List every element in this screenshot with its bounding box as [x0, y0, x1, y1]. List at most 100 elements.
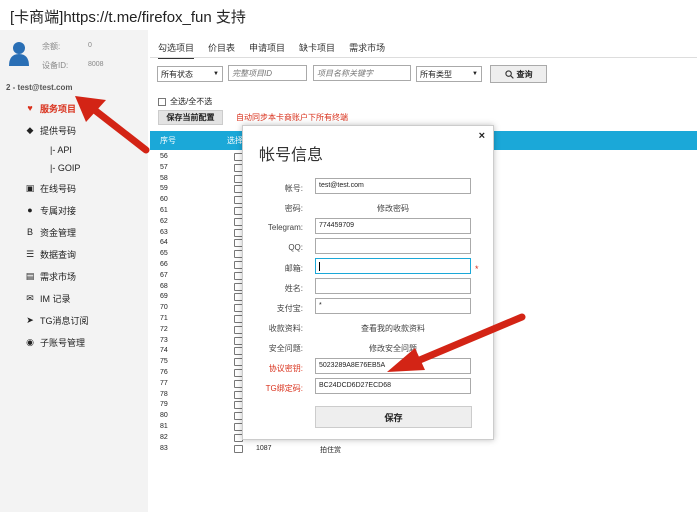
name-label: 姓名: [284, 284, 303, 293]
sidebar-item-label: 子账号管理 [40, 337, 86, 348]
sidebar-item-9[interactable]: ✉ IM 记录 [0, 287, 148, 309]
sidebar-item-8[interactable]: ▤ 需求市场 [0, 265, 148, 287]
monitor-icon: ▣ [25, 182, 35, 193]
mail-icon: ✉ [26, 292, 34, 303]
alipay-field[interactable]: * [315, 298, 471, 314]
row-index: 60 [160, 196, 168, 204]
row-index: 56 [160, 153, 168, 160]
sidebar-item-1[interactable]: ◆ 提供号码 [0, 119, 148, 141]
payment-info-label: 收款资料: [268, 324, 303, 333]
page-title: [卡商端]https://t.me/firefox_fun 支持 [10, 9, 246, 26]
row-index: 74 [160, 347, 168, 355]
row-index: 72 [160, 325, 168, 333]
sidebar-item-0[interactable]: ♥ 服务项目 [0, 97, 148, 119]
change-security-question-link[interactable]: 修改安全问题 [315, 343, 471, 354]
sidebar-item-3[interactable]: |- GOIP [0, 159, 148, 177]
row-index: 78 [160, 390, 168, 398]
device-id-value: 8008 [88, 61, 104, 68]
row-index: 75 [160, 358, 168, 366]
status-select-value: 所有状态 [161, 69, 193, 79]
project-id-input[interactable] [228, 65, 307, 81]
document-icon: ▤ [25, 270, 35, 281]
device-id-label: 设备ID: [42, 61, 69, 70]
security-question-label: 安全问题: [268, 344, 303, 353]
search-button-label: 查询 [516, 69, 533, 79]
balance-value: 0 [88, 42, 92, 49]
search-icon [504, 69, 514, 79]
row-index: 73 [160, 336, 168, 344]
row-index: 82 [160, 433, 168, 441]
protocol-key-field[interactable]: 5023289A8E76EB5A [315, 358, 471, 374]
row-project-id: 1087 [256, 444, 272, 452]
chevron-down-icon: ▼ [472, 71, 478, 77]
row-index: 79 [160, 401, 168, 409]
select-all[interactable]: 全选/全不选 [158, 96, 212, 107]
row-index: 67 [160, 271, 168, 279]
save-config-button[interactable]: 保存当前配置 [158, 110, 223, 125]
change-password-link[interactable]: 修改密码 [315, 203, 471, 214]
project-name-input[interactable] [313, 65, 411, 81]
header-select: 选择 [227, 136, 243, 145]
row-index: 57 [160, 163, 168, 171]
telegram-label: Telegram: [267, 223, 303, 232]
type-select[interactable]: 所有类型 ▼ [416, 66, 482, 82]
sidebar-item-4[interactable]: ▣ 在线号码 [0, 177, 148, 199]
alipay-label: 支付宝: [276, 304, 303, 313]
qq-field[interactable] [315, 238, 471, 254]
sync-note: 自动同步本卡商账户下所有终端 [236, 113, 348, 122]
tg-bind-code-label: TG绑定码: [265, 384, 303, 393]
row-index: 59 [160, 185, 168, 193]
sub-account-icon: ◉ [26, 336, 34, 347]
row-index: 61 [160, 206, 168, 214]
close-icon[interactable]: × [479, 130, 485, 142]
password-label: 密码: [284, 204, 303, 213]
row-index: 68 [160, 282, 168, 290]
account-field[interactable]: test@test.com [315, 178, 471, 194]
sidebar-item-6[interactable]: B 资金管理 [0, 221, 148, 243]
sidebar-item-label: 数据查询 [40, 249, 77, 260]
sidebar-item-5[interactable]: ● 专属对接 [0, 199, 148, 221]
sidebar-item-2[interactable]: |- API [0, 141, 148, 159]
row-index: 63 [160, 228, 168, 236]
sidebar-item-label: 专属对接 [40, 205, 77, 216]
telegram-icon: ➤ [26, 314, 34, 325]
text-cursor [319, 262, 320, 271]
tg-bind-code-field[interactable]: BC24DCD6D27ECD68 [315, 378, 471, 394]
sidebar-item-label: |- GOIP [50, 163, 81, 173]
view-payment-info-link[interactable]: 查看我的收款资料 [315, 323, 471, 334]
sidebar-nav: ♥ 服务项目 ◆ 提供号码 |- API |- GOIP ▣ 在线号码 ● 专属对接 B 资金管理 ☰ 数… [0, 97, 148, 353]
sidebar-item-label: 资金管理 [40, 227, 77, 238]
sidebar-item-label: 提供号码 [40, 125, 77, 136]
sidebar-item-label: IM 记录 [40, 293, 71, 304]
row-checkbox[interactable] [234, 444, 243, 453]
avatar-icon [9, 42, 29, 66]
select-all-checkbox[interactable] [158, 97, 166, 106]
table-row: 83 1087 拍住赏 [150, 444, 697, 455]
name-field[interactable] [315, 278, 471, 294]
email-field[interactable] [315, 258, 471, 274]
sidebar-item-label: 在线号码 [40, 183, 77, 194]
user-account: 2 - test@test.com [6, 83, 73, 92]
status-select[interactable]: 所有状态 ▼ [157, 66, 223, 82]
row-index: 58 [160, 174, 168, 182]
telegram-field[interactable]: 774459709 [315, 218, 471, 234]
row-index: 77 [160, 379, 168, 387]
sidebar-item-11[interactable]: ◉ 子账号管理 [0, 331, 148, 353]
account-info-modal: × 帐号信息 帐号: test@test.com 密码: 修改密码 Telegr… [242, 125, 494, 440]
modal-title: 帐号信息 [259, 147, 324, 164]
sidebar-item-10[interactable]: ➤ TG消息订阅 [0, 309, 148, 331]
required-star: * [475, 264, 479, 274]
sidebar-item-7[interactable]: ☰ 数据查询 [0, 243, 148, 265]
list-icon: ☰ [25, 248, 35, 259]
tab-divider [150, 57, 697, 58]
select-all-label: 全选/全不选 [170, 97, 213, 106]
row-index: 70 [160, 304, 168, 312]
sidebar-item-label: 服务项目 [40, 103, 77, 114]
modal-save-button[interactable]: 保存 [315, 406, 472, 428]
header-index: 序号 [160, 136, 176, 145]
chevron-down-icon: ▼ [213, 71, 219, 77]
type-select-value: 所有类型 [420, 69, 452, 79]
sidebar-item-label: TG消息订阅 [40, 315, 89, 326]
row-index: 71 [160, 314, 168, 322]
search-button[interactable]: 查询 [490, 65, 547, 83]
